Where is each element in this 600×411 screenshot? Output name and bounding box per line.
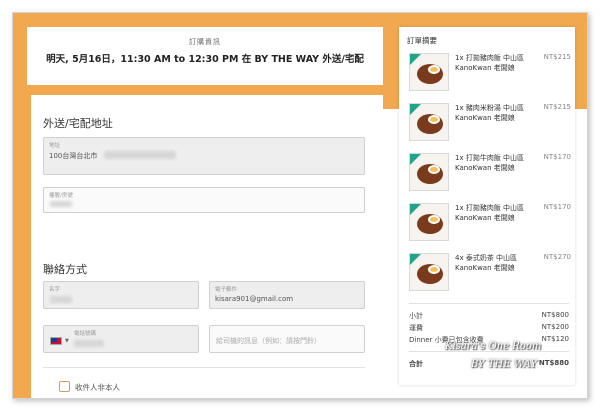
service-fee-value: NT$120 [541,335,569,343]
floor-room-label: 樓層/房號 [49,193,73,199]
order-item-price: NT$170 [543,203,571,211]
phone-field-label: 電話號碼 [74,331,97,337]
food-thumbnail [409,103,449,141]
order-item-price: NT$170 [543,153,571,161]
redacted-floor [50,201,72,207]
name-field-label: 名字 [49,287,61,293]
recipient-checkbox-label: 收件人非本人 [75,383,120,392]
order-item: 1x 打拋豬肉飯 中山區 KanoKwan 老闆娘 NT$170 [409,203,571,243]
order-item-name: 1x 豬肉米粉湯 中山區 KanoKwan 老闆娘 [455,104,525,122]
contact-section-title: 聯絡方式 [43,263,87,276]
order-item: 4x 泰式奶茶 中山區 KanoKwan 老闆娘 NT$270 [409,253,571,293]
name-field[interactable]: 名字 [43,281,199,309]
badge-icon [410,54,421,65]
form-divider [43,367,365,368]
address-field[interactable]: 地址 100台灣台北市 [43,137,365,175]
order-summary-title: 訂單摘要 [407,36,437,45]
email-field[interactable]: 電子郵件 kisara901@gmail.com [209,281,365,309]
delivery-fee-row: 運費 NT$200 [409,323,569,333]
summary-divider [409,303,569,304]
address-field-label: 地址 [49,143,61,149]
badge-icon [410,254,421,265]
taiwan-flag-icon[interactable] [50,337,62,345]
food-thumbnail [409,253,449,291]
screenshot-frame: 訂購資訊 明天, 5月16日，11:30 AM to 12:30 PM 在 BY… [12,12,588,399]
floor-room-field[interactable]: 樓層/房號 [43,187,365,213]
phone-field[interactable]: ▼ 電話號碼 [43,325,199,353]
total-label: 合計 [409,360,423,368]
order-item-price: NT$215 [543,103,571,111]
badge-icon [410,104,421,115]
driver-note-field[interactable]: 給司機的訊息（例如：請按門鈴） [209,325,365,353]
delivery-fee-label: 運費 [409,324,423,332]
watermark-line2: BY THE WAY [471,359,538,370]
driver-note-placeholder: 給司機的訊息（例如：請按門鈴） [216,337,321,345]
recipient-checkbox[interactable] [59,381,70,392]
order-info-banner: 訂購資訊 明天, 5月16日，11:30 AM to 12:30 PM 在 BY… [27,27,383,85]
order-item: 1x 打拋牛肉飯 中山區 KanoKwan 老闆娘 NT$170 [409,153,571,193]
order-item-name: 4x 泰式奶茶 中山區 KanoKwan 老闆娘 [455,254,518,272]
delivery-time-text: 明天, 5月16日，11:30 AM to 12:30 PM 在 BY THE … [46,54,364,65]
redacted-phone [74,340,104,347]
order-item-price: NT$215 [543,53,571,61]
checkout-form: 外送/宅配地址 地址 100台灣台北市 樓層/房號 聯絡方式 名字 電子郵件 k… [31,95,383,398]
left-accent-strip [13,109,31,398]
badge-icon [410,154,421,165]
order-item: 1x 打拋豬肉飯 中山區 KanoKwan 老闆娘 NT$215 [409,53,571,93]
order-item: 1x 豬肉米粉湯 中山區 KanoKwan 老闆娘 NT$215 [409,103,571,143]
subtotal-value: NT$800 [541,311,569,319]
order-item-price: NT$270 [543,253,571,261]
order-item-name: 1x 打拋豬肉飯 中山區 KanoKwan 老闆娘 [455,54,525,72]
food-thumbnail [409,153,449,191]
order-item-name: 1x 打拋牛肉飯 中山區 KanoKwan 老闆娘 [455,154,525,172]
address-field-value: 100台灣台北市 [49,152,98,160]
order-summary: 訂單摘要 1x 打拋豬肉飯 中山區 KanoKwan 老闆娘 NT$215 1x… [399,27,575,385]
redacted-address [104,151,176,159]
address-section-title: 外送/宅配地址 [43,117,113,130]
subtotal-row: 小計 NT$800 [409,311,569,321]
watermark-line1: Kisara's One Room [445,341,542,352]
subtotal-label: 小計 [409,312,423,320]
redacted-name [50,296,72,303]
delivery-fee-value: NT$200 [541,323,569,331]
chevron-down-icon[interactable]: ▼ [65,338,69,344]
food-thumbnail [409,53,449,91]
email-field-value: kisara901@gmail.com [215,295,294,303]
food-thumbnail [409,203,449,241]
total-value: NT$880 [538,359,569,367]
badge-icon [410,204,421,215]
email-field-label: 電子郵件 [215,287,238,293]
order-info-title: 訂購資訊 [189,38,221,46]
order-item-name: 1x 打拋豬肉飯 中山區 KanoKwan 老闆娘 [455,204,525,222]
